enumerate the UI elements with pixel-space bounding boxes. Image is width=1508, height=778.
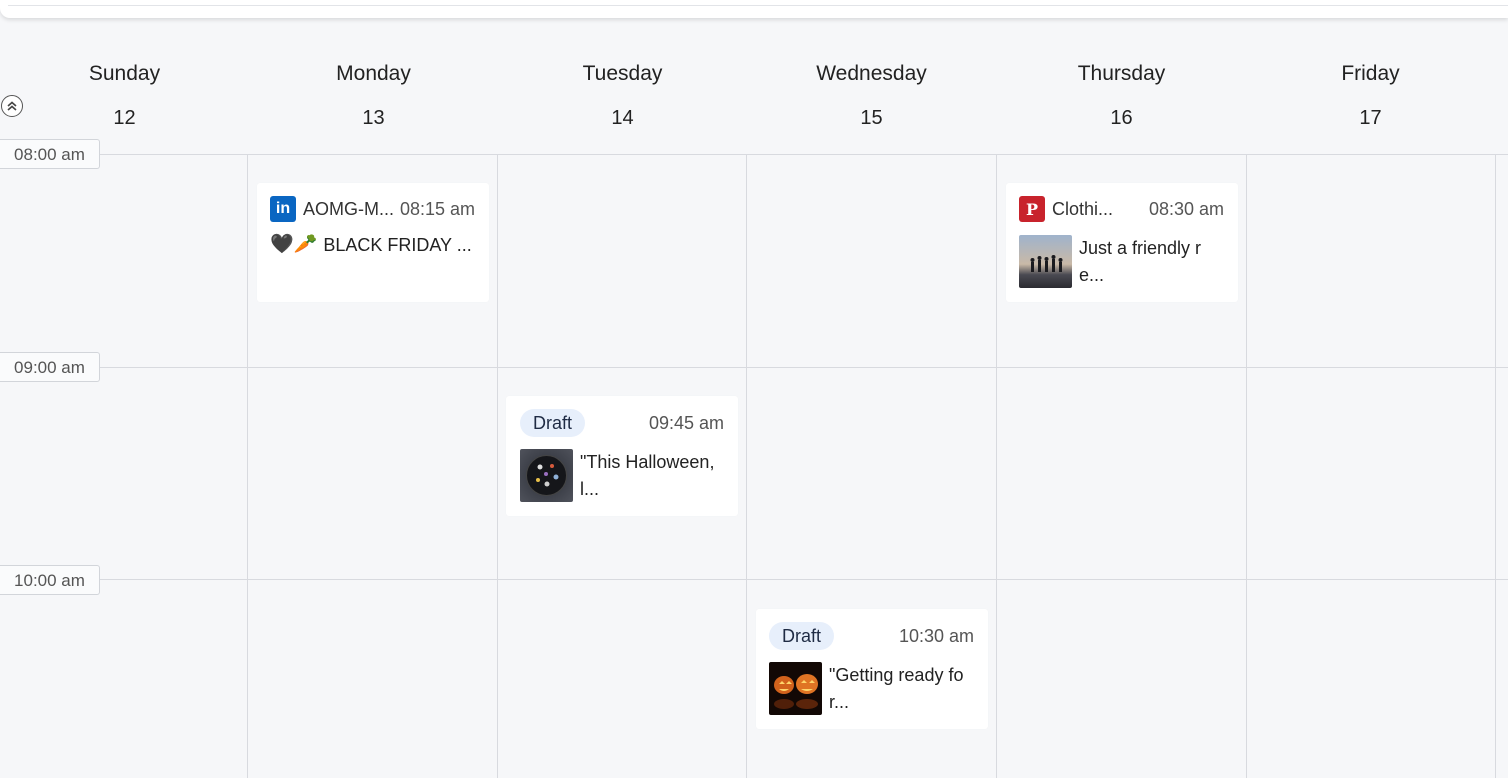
- double-chevron-up-icon: [7, 101, 17, 111]
- post-time: 10:30 am: [898, 625, 974, 646]
- post-time: 08:15 am: [399, 198, 475, 219]
- post-card-draft-wednesday[interactable]: Draft 10:30 am "Getting ready fo r...: [756, 609, 988, 729]
- day-name: Monday: [336, 62, 411, 85]
- top-toolbar: [0, 0, 1508, 18]
- linkedin-icon: in: [270, 196, 296, 222]
- day-header-tuesday: Tuesday 14: [498, 50, 747, 138]
- post-thumbnail: [769, 662, 822, 715]
- day-date: 14: [611, 107, 634, 129]
- day-date: 16: [1110, 107, 1133, 129]
- day-name: Thursday: [1077, 62, 1166, 85]
- post-snippet: Just a friendly r e...: [1079, 238, 1202, 285]
- post-thumbnail: [1019, 235, 1072, 288]
- day-date: 12: [113, 107, 136, 129]
- emoji-heart-carrot-icon: 🖤🥕: [270, 234, 318, 255]
- time-label-10am: 10:00 am: [0, 565, 100, 595]
- post-snippet: "Getting ready fo r...: [829, 665, 964, 712]
- day-date: 15: [860, 107, 883, 129]
- day-date: 13: [362, 107, 385, 129]
- post-thumbnail: [520, 449, 573, 502]
- post-time: 08:30 am: [1148, 198, 1224, 219]
- time-label-9am: 09:00 am: [0, 352, 100, 382]
- day-date: 17: [1359, 107, 1382, 129]
- day-header-monday: Monday 13: [249, 50, 498, 138]
- day-header-thursday: Thursday 16: [997, 50, 1246, 138]
- account-name: AOMG-M...: [303, 198, 394, 219]
- calendar-grid: [0, 154, 1508, 778]
- day-header-sunday: Sunday 12: [0, 50, 249, 138]
- day-column-divider: [497, 154, 498, 778]
- post-card-pinterest[interactable]: P Clothi... 08:30 am Just a friendly r e…: [1006, 183, 1238, 302]
- day-name: Friday: [1341, 62, 1400, 85]
- hour-line: [100, 579, 1508, 580]
- hour-line: [100, 154, 1508, 155]
- day-column-divider: [1495, 154, 1496, 778]
- day-header-wednesday: Wednesday 15: [747, 50, 996, 138]
- collapse-hours-button[interactable]: [1, 95, 23, 117]
- hour-line: [100, 367, 1508, 368]
- pinterest-icon: P: [1019, 196, 1045, 222]
- day-name: Sunday: [88, 62, 161, 85]
- time-label-8am: 08:00 am: [0, 139, 100, 169]
- post-snippet: BLACK FRIDAY ...: [323, 235, 472, 255]
- post-time: 09:45 am: [648, 412, 724, 433]
- draft-badge: Draft: [520, 409, 586, 437]
- post-card-draft-tuesday[interactable]: Draft 09:45 am "This Halloween, l...: [506, 396, 738, 516]
- post-card-linkedin[interactable]: in AOMG-M... 08:15 am 🖤🥕 BLACK FRIDAY ..…: [257, 183, 489, 302]
- post-snippet: "This Halloween, l...: [580, 452, 715, 499]
- draft-badge: Draft: [769, 622, 835, 650]
- day-header-friday: Friday 17: [1246, 50, 1495, 138]
- account-name: Clothi...: [1052, 198, 1114, 219]
- day-column-divider: [1246, 154, 1247, 778]
- day-column-divider: [247, 154, 248, 778]
- day-column-divider: [996, 154, 997, 778]
- day-name: Wednesday: [816, 62, 927, 85]
- day-name: Tuesday: [582, 62, 663, 85]
- day-column-divider: [746, 154, 747, 778]
